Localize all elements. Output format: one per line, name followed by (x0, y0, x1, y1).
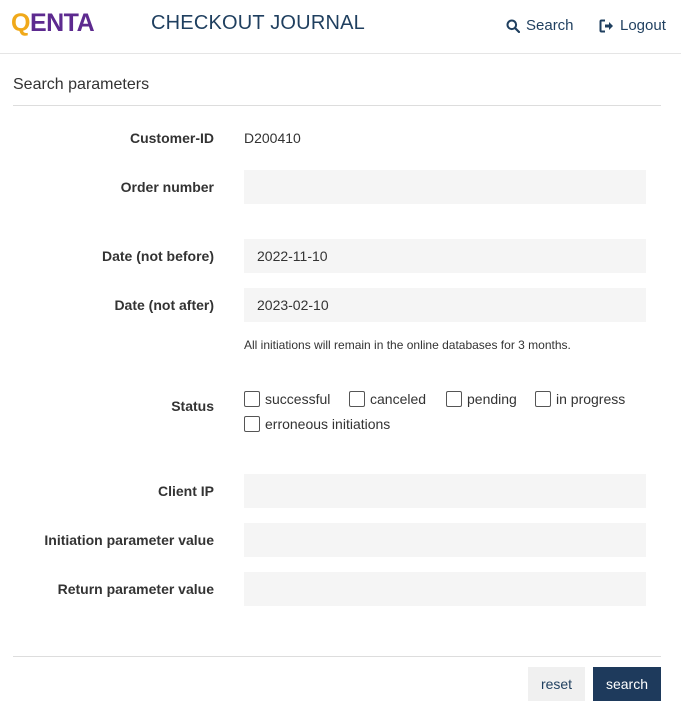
status-checkbox-canceled[interactable]: canceled (349, 391, 426, 407)
date-not-before-label: Date (not before) (102, 248, 214, 264)
date-not-before-input[interactable] (244, 239, 646, 273)
status-option-label: pending (467, 391, 517, 407)
status-checkbox-pending[interactable]: pending (446, 391, 517, 407)
search-button[interactable]: search (593, 667, 661, 701)
order-number-input[interactable] (244, 170, 646, 204)
status-checkbox-in-progress[interactable]: in progress (535, 391, 625, 407)
status-checkbox-successful[interactable]: successful (244, 391, 330, 407)
return-param-input[interactable] (244, 572, 646, 606)
app-header: QENTA CHECKOUT JOURNAL Search Logout (0, 0, 681, 54)
initiation-param-input[interactable] (244, 523, 646, 557)
date-not-after-label: Date (not after) (114, 297, 214, 313)
status-option-label: successful (265, 391, 331, 407)
checkbox-box[interactable] (446, 391, 462, 407)
date-not-after-input[interactable] (244, 288, 646, 322)
customer-id-value: D200410 (244, 130, 301, 146)
qenta-logo[interactable]: QENTA (11, 9, 95, 37)
status-label: Status (171, 398, 214, 414)
checkbox-box[interactable] (535, 391, 551, 407)
client-ip-label: Client IP (157, 483, 214, 499)
client-ip-input[interactable] (244, 474, 646, 508)
search-nav-label: Search (526, 17, 574, 34)
status-checkbox-erroneous[interactable]: erroneous initiations (244, 416, 390, 432)
checkbox-box[interactable] (244, 416, 260, 432)
logout-nav-link[interactable]: Logout (599, 17, 666, 34)
status-option-label: in progress (556, 391, 626, 407)
search-icon (506, 19, 520, 33)
logo-text: ENTA (29, 9, 95, 37)
section-divider (13, 105, 661, 106)
order-number-label: Order number (120, 179, 214, 195)
return-param-label: Return parameter value (57, 581, 214, 597)
retention-hint: All initiations will remain in the onlin… (244, 338, 571, 352)
logout-icon (599, 19, 613, 32)
status-option-label: erroneous initiations (265, 416, 391, 432)
app-title: CHECKOUT JOURNAL (151, 12, 365, 34)
initiation-param-label: Initiation parameter value (44, 532, 214, 548)
logo-q: Q (11, 9, 30, 37)
search-nav-link[interactable]: Search (506, 17, 574, 34)
status-option-label: canceled (370, 391, 427, 407)
reset-button[interactable]: reset (528, 667, 585, 701)
section-title: Search parameters (13, 76, 150, 93)
checkbox-box[interactable] (349, 391, 365, 407)
logout-nav-label: Logout (620, 17, 666, 34)
customer-id-label: Customer-ID (129, 130, 214, 146)
checkbox-box[interactable] (244, 391, 260, 407)
actions-divider (13, 656, 661, 657)
